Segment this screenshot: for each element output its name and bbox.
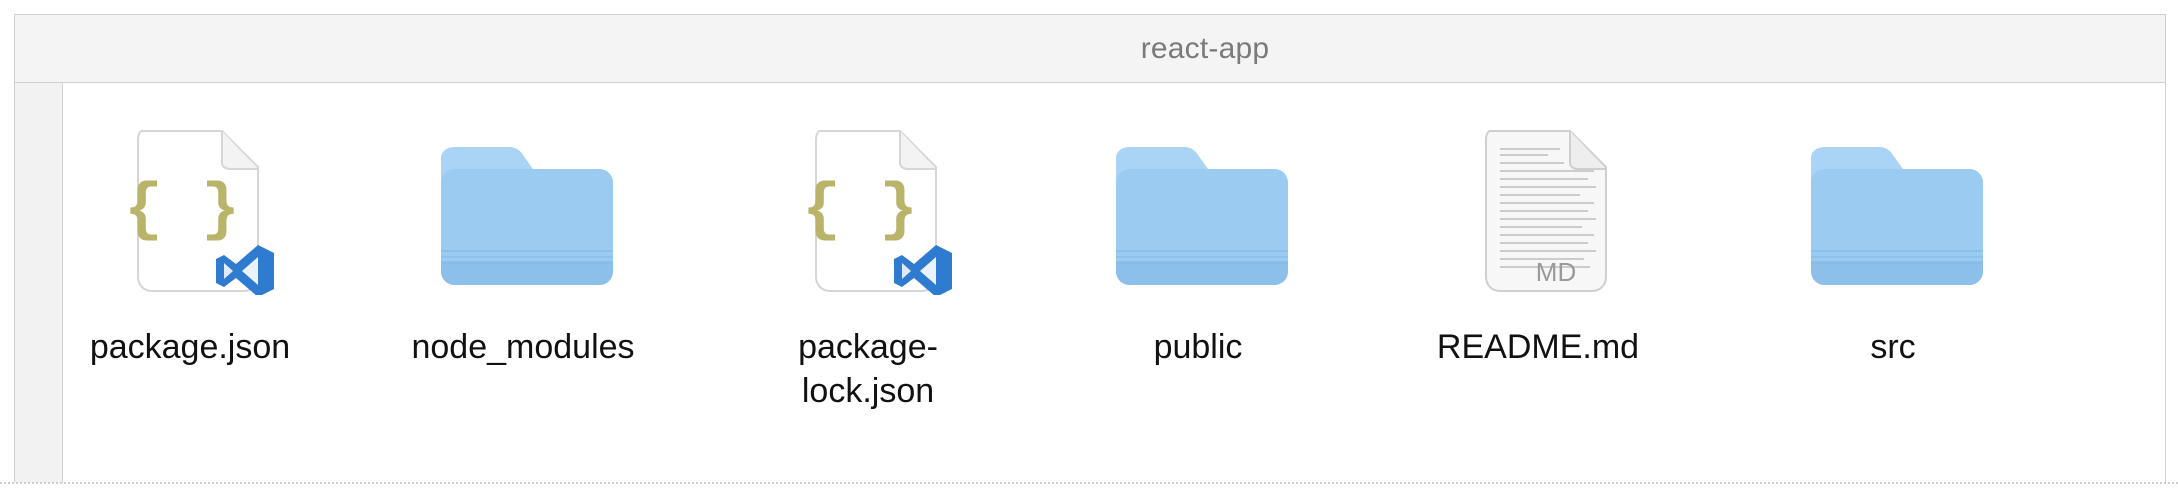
folder-icon <box>1793 125 1993 295</box>
file-name: README.md <box>1436 328 1640 366</box>
folder-item-public[interactable]: public <box>1083 125 1313 455</box>
json-vscode-file-icon: { } <box>768 125 968 295</box>
file-items: { } package.json node_modules {} packag… <box>63 125 2165 465</box>
md-badge-text: MD <box>1536 257 1576 287</box>
finder-window: react-app { } package.json node_modules … <box>14 14 2166 483</box>
folder-icon <box>423 125 623 295</box>
file-name: package-lock.json <box>798 328 938 410</box>
json-vscode-file-icon: { } <box>90 125 290 295</box>
file-item-package-json[interactable]: { } package.json <box>75 125 305 455</box>
file-name: public <box>1153 328 1243 366</box>
bottom-dotted-border <box>0 482 2178 484</box>
window-title: react-app <box>1140 31 1270 65</box>
svg-text:{ }: { } <box>802 175 917 247</box>
folder-icon <box>1098 125 1298 295</box>
file-item-readme-md[interactable]: MD README.md <box>1423 125 1653 455</box>
file-name: node_modules <box>411 328 635 366</box>
file-item-package-lock-json[interactable]: { } package-lock.json <box>753 125 983 455</box>
sidebar-strip <box>15 83 63 483</box>
file-grid: { } package.json node_modules {} packag… <box>63 83 2165 483</box>
markdown-file-icon: MD <box>1438 125 1638 295</box>
file-name: src <box>1870 328 1916 366</box>
folder-item-src[interactable]: src <box>1778 125 2008 455</box>
file-name: package.json <box>89 328 291 366</box>
titlebar[interactable]: react-app <box>15 15 2165 83</box>
folder-item-node-modules[interactable]: node_modules <box>408 125 638 455</box>
svg-text:{ }: { } <box>124 175 239 247</box>
